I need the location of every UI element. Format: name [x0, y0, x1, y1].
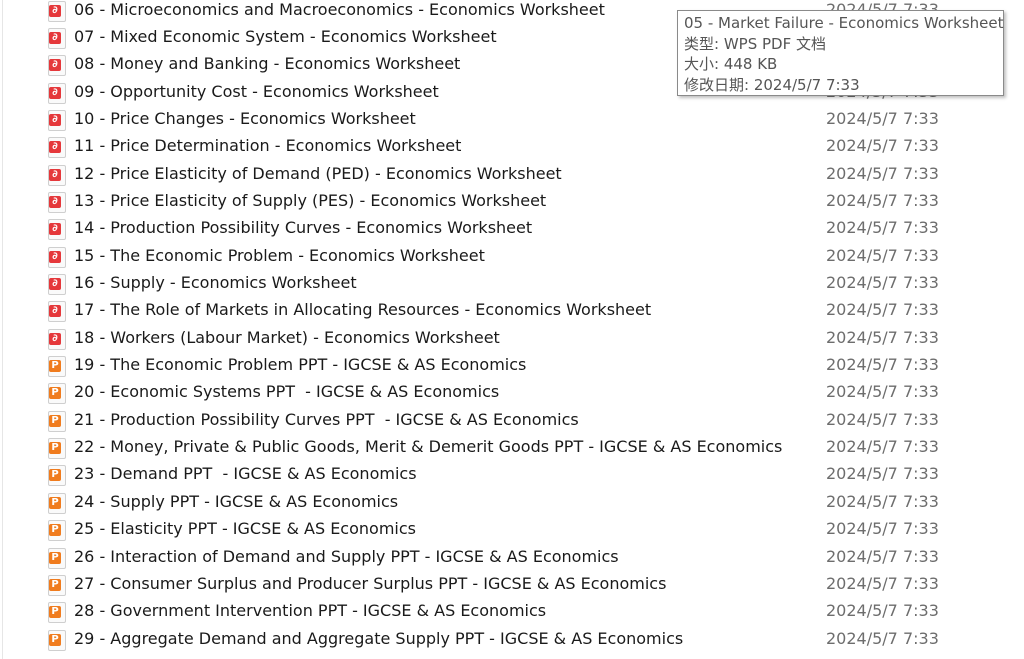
file-name: 10 - Price Changes - Economics Worksheet	[74, 108, 416, 128]
file-row[interactable]: P 19 - The Economic Problem PPT - IGCSE …	[0, 352, 1024, 379]
file-row[interactable]: P 26 - Interaction of Demand and Supply …	[0, 544, 1024, 571]
file-name: 27 - Consumer Surplus and Producer Surpl…	[74, 573, 667, 593]
file-date-modified: 2024/5/7 7:33	[826, 163, 939, 183]
file-name: 18 - Workers (Labour Market) - Economics…	[74, 327, 500, 347]
wps-presentation-file-icon: P	[48, 383, 66, 405]
file-date-modified: 2024/5/7 7:33	[826, 601, 939, 621]
file-row[interactable]: ∂ 18 - Workers (Labour Market) - Economi…	[0, 325, 1024, 352]
wps-pdf-file-icon: ∂	[48, 137, 66, 159]
file-row[interactable]: P 24 - Supply PPT - IGCSE & AS Economics…	[0, 489, 1024, 516]
file-name: 09 - Opportunity Cost - Economics Worksh…	[74, 81, 439, 101]
wps-presentation-file-icon: P	[48, 356, 66, 378]
wps-pdf-file-icon: ∂	[48, 246, 66, 268]
wps-pdf-file-icon: ∂	[48, 164, 66, 186]
file-row[interactable]: ∂ 15 - The Economic Problem - Economics …	[0, 243, 1024, 270]
file-name: 26 - Interaction of Demand and Supply PP…	[74, 546, 619, 566]
file-row[interactable]: ∂ 17 - The Role of Markets in Allocating…	[0, 297, 1024, 324]
wps-presentation-file-icon: P	[48, 438, 66, 460]
file-date-modified: 2024/5/7 7:33	[826, 464, 939, 484]
wps-pdf-file-icon: ∂	[48, 219, 66, 241]
wps-pdf-file-icon: ∂	[48, 109, 66, 131]
file-name: 08 - Money and Banking - Economics Works…	[74, 54, 461, 74]
wps-presentation-file-icon: P	[48, 465, 66, 487]
file-row[interactable]: P 22 - Money, Private & Public Goods, Me…	[0, 434, 1024, 461]
tooltip-type: 类型: WPS PDF 文档	[684, 34, 826, 53]
file-date-modified: 2024/5/7 7:33	[826, 628, 939, 648]
file-name: 25 - Elasticity PPT - IGCSE & AS Economi…	[74, 519, 416, 539]
file-name: 21 - Production Possibility Curves PPT -…	[74, 409, 579, 429]
file-date-modified: 2024/5/7 7:33	[826, 409, 939, 429]
file-name: 29 - Aggregate Demand and Aggregate Supp…	[74, 628, 684, 648]
wps-presentation-file-icon: P	[48, 574, 66, 596]
file-date-modified: 2024/5/7 7:33	[826, 573, 939, 593]
file-row[interactable]: P 23 - Demand PPT - IGCSE & AS Economics…	[0, 461, 1024, 488]
wps-pdf-file-icon: ∂	[48, 55, 66, 77]
file-tooltip: 05 - Market Failure - Economics Workshee…	[677, 10, 1004, 96]
tooltip-size: 大小: 448 KB	[684, 55, 778, 73]
file-date-modified: 2024/5/7 7:33	[826, 108, 939, 128]
file-name: 24 - Supply PPT - IGCSE & AS Economics	[74, 491, 399, 511]
file-row[interactable]: P 25 - Elasticity PPT - IGCSE & AS Econo…	[0, 516, 1024, 543]
file-name: 06 - Microeconomics and Macroeconomics -…	[74, 0, 605, 19]
file-date-modified: 2024/5/7 7:33	[826, 519, 939, 539]
file-date-modified: 2024/5/7 7:33	[826, 218, 939, 238]
wps-pdf-file-icon: ∂	[48, 274, 66, 295]
file-date-modified: 2024/5/7 7:33	[826, 300, 939, 320]
wps-presentation-file-icon: P	[48, 602, 66, 624]
tooltip-title: 05 - Market Failure - Economics Workshee…	[684, 14, 1004, 32]
wps-pdf-file-icon: ∂	[48, 27, 66, 49]
wps-presentation-file-icon: P	[48, 547, 66, 569]
file-date-modified: 2024/5/7 7:33	[826, 546, 939, 566]
file-row[interactable]: P 27 - Consumer Surplus and Producer Sur…	[0, 571, 1024, 598]
wps-presentation-file-icon: P	[48, 629, 66, 651]
wps-pdf-file-icon: ∂	[48, 301, 66, 323]
wps-pdf-file-icon: ∂	[48, 328, 66, 350]
file-name: 11 - Price Determination - Economics Wor…	[74, 136, 462, 156]
file-name: 07 - Mixed Economic System - Economics W…	[74, 26, 497, 46]
file-date-modified: 2024/5/7 7:33	[826, 382, 939, 402]
file-date-modified: 2024/5/7 7:33	[826, 491, 939, 511]
file-date-modified: 2024/5/7 7:33	[826, 273, 939, 292]
file-name: 15 - The Economic Problem - Economics Wo…	[74, 245, 485, 265]
file-date-modified: 2024/5/7 7:33	[826, 355, 939, 375]
wps-pdf-file-icon: ∂	[48, 82, 66, 104]
file-row[interactable]: ∂ 16 - Supply - Economics Worksheet 2024…	[0, 270, 1024, 297]
file-name: 13 - Price Elasticity of Supply (PES) - …	[74, 190, 547, 210]
file-name: 17 - The Role of Markets in Allocating R…	[74, 300, 652, 320]
file-row[interactable]: P 29 - Aggregate Demand and Aggregate Su…	[0, 626, 1024, 653]
file-date-modified: 2024/5/7 7:33	[826, 327, 939, 347]
file-row[interactable]: ∂ 13 - Price Elasticity of Supply (PES) …	[0, 188, 1024, 215]
file-name: 20 - Economic Systems PPT - IGCSE & AS E…	[74, 382, 500, 402]
file-row[interactable]: P 21 - Production Possibility Curves PPT…	[0, 407, 1024, 434]
file-row[interactable]: P 28 - Government Intervention PPT - IGC…	[0, 598, 1024, 625]
wps-presentation-file-icon: P	[48, 520, 66, 542]
file-row[interactable]: P 20 - Economic Systems PPT - IGCSE & AS…	[0, 379, 1024, 406]
file-name: 22 - Money, Private & Public Goods, Meri…	[74, 437, 783, 457]
file-date-modified: 2024/5/7 7:33	[826, 245, 939, 265]
file-date-modified: 2024/5/7 7:33	[826, 190, 939, 210]
file-name: 28 - Government Intervention PPT - IGCSE…	[74, 601, 547, 621]
file-row[interactable]: ∂ 10 - Price Changes - Economics Workshe…	[0, 106, 1024, 133]
file-name: 12 - Price Elasticity of Demand (PED) - …	[74, 163, 562, 183]
file-row[interactable]: ∂ 11 - Price Determination - Economics W…	[0, 133, 1024, 160]
file-date-modified: 2024/5/7 7:33	[826, 437, 939, 457]
file-row[interactable]: ∂ 12 - Price Elasticity of Demand (PED) …	[0, 161, 1024, 188]
wps-pdf-file-icon: ∂	[48, 0, 66, 22]
wps-presentation-file-icon: P	[48, 410, 66, 432]
tooltip-modified: 修改日期: 2024/5/7 7:33	[684, 75, 860, 94]
wps-presentation-file-icon: P	[48, 492, 66, 514]
file-name: 14 - Production Possibility Curves - Eco…	[74, 218, 533, 238]
wps-pdf-file-icon: ∂	[48, 191, 66, 213]
file-name: 16 - Supply - Economics Worksheet	[74, 273, 357, 292]
file-row[interactable]: ∂ 14 - Production Possibility Curves - E…	[0, 215, 1024, 242]
file-name: 19 - The Economic Problem PPT - IGCSE & …	[74, 355, 527, 375]
file-date-modified: 2024/5/7 7:33	[826, 136, 939, 156]
file-name: 23 - Demand PPT - IGCSE & AS Economics	[74, 464, 417, 484]
